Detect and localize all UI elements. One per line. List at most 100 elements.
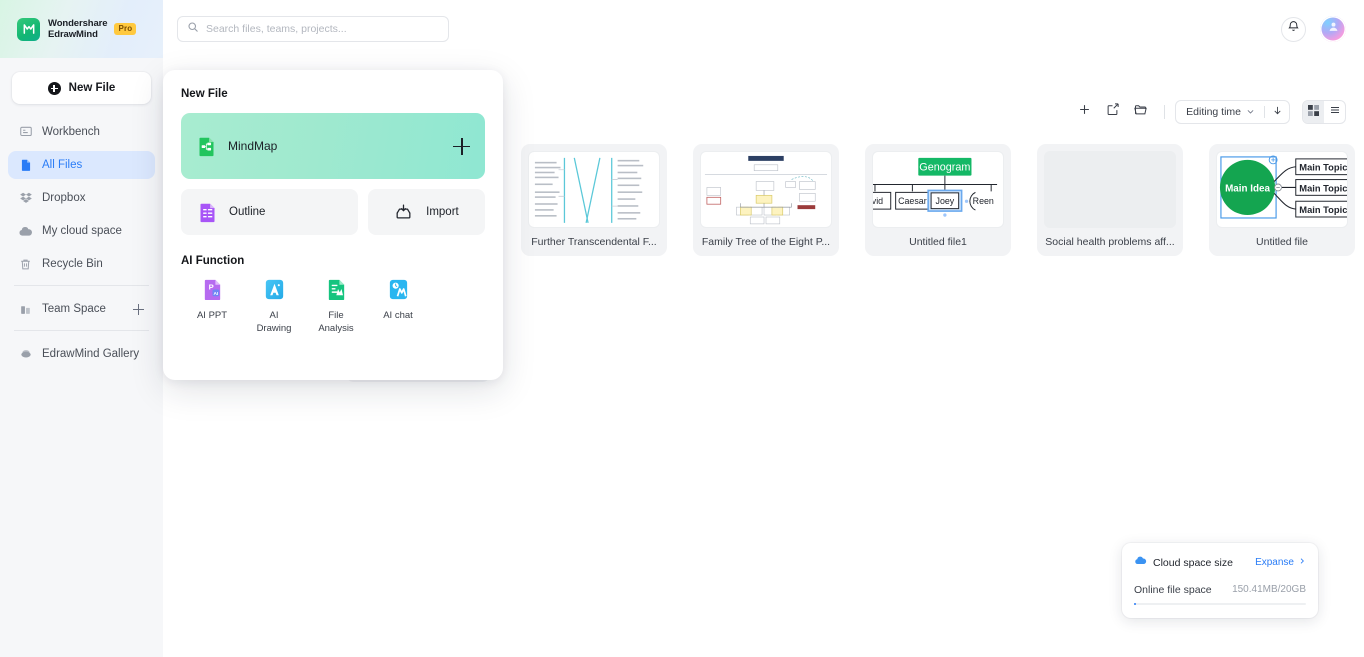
plus-circle-icon <box>47 81 61 95</box>
edrawmind-app-window: Wondershare EdrawMind Pro New File Workb… <box>0 0 1364 657</box>
files-icon <box>18 158 33 173</box>
new-item-button[interactable] <box>1070 99 1098 125</box>
ai-function-ai-drawing[interactable]: AI Drawing <box>243 278 305 335</box>
sidebar-item-my-cloud-space[interactable]: My cloud space <box>8 217 155 245</box>
ai-function-ai-ppt[interactable]: P AI AI PPT <box>181 278 243 335</box>
new-outline-option[interactable]: Outline <box>181 189 358 235</box>
sidebar-item-recycle-bin[interactable]: Recycle Bin <box>8 250 155 278</box>
sort-pill-divider <box>1264 106 1265 118</box>
svg-text:Main Idea: Main Idea <box>1225 183 1270 194</box>
file-thumbnail <box>1044 151 1176 228</box>
svg-text:Joey: Joey <box>936 196 955 206</box>
file-card-name: Untitled file <box>1256 236 1308 248</box>
sort-dropdown[interactable]: Editing time <box>1175 100 1290 124</box>
new-file-button-label: New File <box>68 82 116 94</box>
sidebar-item-all-files[interactable]: All Files <box>8 151 155 179</box>
svg-text:Caesar: Caesar <box>898 196 927 206</box>
brand-name-line2: EdrawMind <box>48 29 98 40</box>
sidebar-item-label: Workbench <box>42 126 100 138</box>
arrow-down-icon[interactable] <box>1272 103 1283 121</box>
cloud-icon <box>1134 554 1147 572</box>
file-card-name: Social health problems aff... <box>1045 236 1175 248</box>
file-card[interactable]: Genogram avid Caesar Joey Reen <box>865 144 1011 256</box>
add-team-space-icon[interactable] <box>133 303 144 315</box>
sidebar-item-workbench[interactable]: Workbench <box>8 118 155 146</box>
ai-ppt-icon: P AI <box>201 278 224 301</box>
import-icon <box>394 202 415 223</box>
mindmap-option-label: MindMap <box>228 139 278 153</box>
list-view-button[interactable] <box>1324 101 1345 123</box>
file-thumbnail: Genogram avid Caesar Joey Reen <box>872 151 1004 228</box>
new-document-button[interactable] <box>1098 99 1126 125</box>
sidebar-item-dropbox[interactable]: Dropbox <box>8 184 155 212</box>
file-card[interactable]: Further Transcendental F... <box>521 144 667 256</box>
toolbar-divider <box>1164 105 1166 119</box>
search-input[interactable] <box>206 23 439 35</box>
team-icon <box>18 302 33 317</box>
file-analysis-icon <box>325 278 348 301</box>
file-card-name: Further Transcendental F... <box>531 236 657 248</box>
ai-chat-icon <box>387 278 410 301</box>
sidebar-item-edrawmind-gallery[interactable]: EdrawMind Gallery <box>8 340 155 368</box>
sidebar-nav: Workbench All Files Dropbox My cloud spa… <box>0 118 163 368</box>
outline-option-label: Outline <box>229 206 266 218</box>
file-card-name: Family Tree of the Eight P... <box>701 236 831 248</box>
sidebar-item-label: All Files <box>42 159 83 171</box>
ai-function-file-analysis[interactable]: File Analysis <box>305 278 367 335</box>
new-file-options-row: Outline Import <box>181 189 485 235</box>
ai-drawing-icon <box>263 278 286 301</box>
file-card[interactable]: Family Tree of the Eight P... <box>693 144 839 256</box>
user-avatar[interactable] <box>1320 16 1346 42</box>
grid-view-button[interactable] <box>1303 101 1324 123</box>
ai-function-title: AI Function <box>181 255 245 267</box>
sort-label: Editing time <box>1186 106 1241 118</box>
svg-text:Genogram: Genogram <box>919 162 970 174</box>
outline-file-icon <box>197 202 218 223</box>
user-avatar-icon <box>1327 20 1340 38</box>
search-box[interactable] <box>177 16 449 42</box>
ai-function-label: AI chat <box>383 310 413 321</box>
sidebar-item-label: Team Space <box>42 303 106 315</box>
file-card[interactable]: Social health problems aff... <box>1037 144 1183 256</box>
cloud-space-title: Cloud space size <box>1153 556 1233 569</box>
cloud-space-header: Cloud space size Expanse <box>1134 554 1306 572</box>
online-file-space-value: 150.41MB/20GB <box>1232 584 1306 595</box>
brand-name-line1: Wondershare <box>48 17 108 29</box>
chevron-right-icon <box>1298 557 1306 568</box>
svg-text:AI: AI <box>213 291 218 297</box>
cloud-icon <box>18 224 33 239</box>
add-mindmap-icon[interactable] <box>453 137 470 155</box>
cloud-space-progress-bar <box>1134 602 1306 605</box>
import-option[interactable]: Import <box>367 189 485 235</box>
new-mindmap-option[interactable]: MindMap <box>181 113 485 179</box>
sidebar-item-team-space[interactable]: Team Space <box>8 295 155 323</box>
sidebar-item-label: Recycle Bin <box>42 258 103 270</box>
file-card[interactable]: Main Idea Main Topic Main Topic Main Top… <box>1209 144 1355 256</box>
notification-button[interactable] <box>1281 16 1306 42</box>
chevron-down-icon <box>1246 103 1255 121</box>
new-folder-button[interactable] <box>1126 99 1154 125</box>
expand-cloud-space-button[interactable]: Expanse <box>1255 557 1306 568</box>
new-folder-icon <box>1133 102 1148 122</box>
brand-header: Wondershare EdrawMind Pro <box>0 0 163 58</box>
file-card-name: Untitled file1 <box>909 236 967 248</box>
edrawmind-logo-icon <box>17 17 40 41</box>
sidebar-item-label: Dropbox <box>42 192 86 204</box>
ai-function-label: File Analysis <box>318 310 354 334</box>
list-view-icon <box>1329 103 1341 121</box>
main-content: Editing time <box>163 0 1364 657</box>
ai-function-ai-chat[interactable]: AI chat <box>367 278 429 335</box>
gallery-icon <box>18 347 33 362</box>
ai-function-grid: P AI AI PPT AI Drawing File Analysis AI … <box>181 278 485 335</box>
new-file-button[interactable]: New File <box>12 72 151 104</box>
cloud-space-progress-fill <box>1134 602 1137 605</box>
search-icon <box>187 20 199 38</box>
sidebar-divider-2 <box>14 330 149 331</box>
online-file-space-label: Online file space <box>1134 583 1212 596</box>
new-document-icon <box>1105 102 1120 122</box>
online-file-space-row: Online file space 150.41MB/20GB <box>1134 584 1306 596</box>
svg-text:Reen: Reen <box>973 196 994 206</box>
import-option-label: Import <box>426 206 459 218</box>
dropbox-icon <box>18 191 33 206</box>
workbench-icon <box>18 125 33 140</box>
